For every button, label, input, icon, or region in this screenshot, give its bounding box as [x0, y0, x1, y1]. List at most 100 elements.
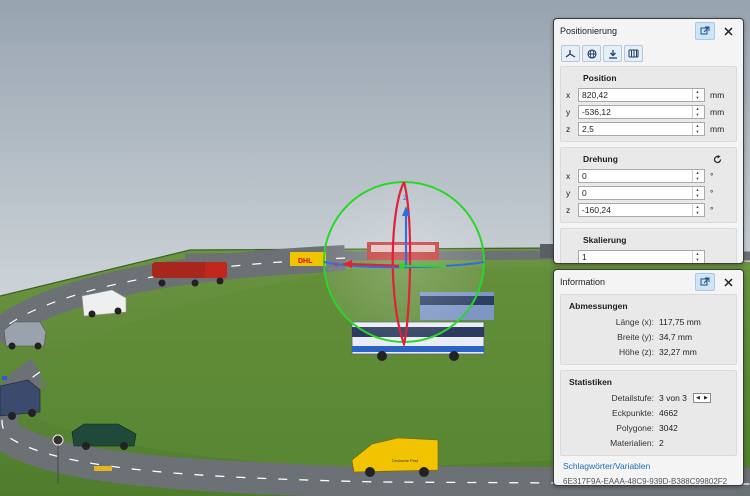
- position-y-input[interactable]: [579, 105, 692, 118]
- rotation-title: Drehung: [561, 151, 736, 167]
- position-z-label: z: [566, 123, 571, 134]
- scaling-down[interactable]: ▼: [693, 257, 702, 263]
- rotation-y-input[interactable]: [579, 186, 692, 199]
- grey-car[interactable]: [3, 321, 47, 350]
- gizmo-center[interactable]: [399, 263, 405, 269]
- globe-tool-button[interactable]: [582, 45, 601, 62]
- dimensions-section: Abmessungen Länge (x): 117,75 mm Breite …: [560, 294, 737, 365]
- statistics-title: Statistiken: [569, 377, 612, 387]
- detail-next-button[interactable]: ▶: [702, 394, 710, 402]
- axes-tool-button[interactable]: [561, 45, 580, 62]
- rotation-y-down[interactable]: ▼: [693, 193, 702, 199]
- detail-row: Detailstufe: 3 von 3 ◀ ▶: [561, 390, 736, 405]
- position-x-input[interactable]: [579, 88, 692, 101]
- position-z-input[interactable]: [579, 122, 692, 135]
- polygons-row: Polygone: 3042: [561, 420, 736, 435]
- detail-prev-button[interactable]: ◀: [694, 394, 702, 402]
- position-z-row: z ▲▼ mm: [561, 120, 736, 137]
- dhl-truck[interactable]: DHL: [290, 252, 326, 266]
- position-x-stepper[interactable]: ▲▼: [578, 87, 705, 102]
- gizmo-x-label: x: [334, 260, 338, 269]
- tags-variables-link[interactable]: Schlagwörter/Variablen: [554, 461, 743, 471]
- info-close-button[interactable]: [719, 274, 737, 290]
- height-value: 32,27 mm: [659, 346, 697, 357]
- scaling-stepper[interactable]: ▲▼: [578, 249, 705, 263]
- vertices-row: Eckpunkte: 4662: [561, 405, 736, 420]
- positioning-panel: Positionierung Position x ▲▼ mm: [553, 18, 744, 264]
- position-y-unit: mm: [710, 106, 725, 117]
- information-panel: Information Abmessungen Länge (x): 117,7…: [553, 269, 744, 486]
- materials-row: Materialien: 2: [561, 435, 736, 450]
- rotation-y-stepper[interactable]: ▲▼: [578, 185, 705, 200]
- post-van-label: Deutsche Post: [392, 458, 419, 463]
- positioning-toolbar: [554, 43, 743, 66]
- position-y-stepper[interactable]: ▲▼: [578, 104, 705, 119]
- position-y-down[interactable]: ▼: [693, 112, 702, 118]
- rotation-section: Drehung x ▲▼ ° y ▲▼ ° z ▲▼ °: [560, 147, 737, 223]
- polygons-value: 3042: [659, 422, 678, 433]
- rotation-z-stepper[interactable]: ▲▼: [578, 202, 705, 217]
- position-z-stepper[interactable]: ▲▼: [578, 121, 705, 136]
- transform-gizmo[interactable]: z x: [323, 181, 485, 348]
- undock-button[interactable]: [695, 22, 715, 40]
- open-external-icon: [700, 26, 710, 35]
- width-row: Breite (y): 34,7 mm: [561, 329, 736, 344]
- drop-to-floor-button[interactable]: [603, 45, 622, 62]
- rotation-y-row: y ▲▼ °: [561, 184, 736, 201]
- position-y-label: y: [566, 106, 571, 117]
- close-icon: [723, 26, 733, 36]
- scaling-section: Skalierung ▲▼: [560, 228, 737, 263]
- globe-icon: [586, 48, 597, 59]
- dhl-truck-label: DHL: [298, 258, 313, 265]
- rotation-z-unit: °: [710, 204, 714, 215]
- gizmo-z-label: z: [403, 193, 407, 202]
- rotation-x-input[interactable]: [579, 169, 692, 182]
- close-icon: [723, 277, 733, 287]
- rotation-x-down[interactable]: ▼: [693, 176, 702, 182]
- yellow-barrier: [94, 466, 112, 471]
- scaling-input[interactable]: [579, 250, 692, 263]
- position-section: Position x ▲▼ mm y ▲▼ mm z ▲▼ mm: [560, 66, 737, 142]
- reset-rotation-icon[interactable]: [713, 154, 722, 164]
- position-y-row: y ▲▼ mm: [561, 103, 736, 120]
- information-title: Information: [560, 277, 606, 287]
- rotation-y-label: y: [566, 187, 571, 198]
- vertices-label: Eckpunkte:: [611, 407, 654, 418]
- position-x-row: x ▲▼ mm: [561, 86, 736, 103]
- rotation-z-input[interactable]: [579, 203, 692, 216]
- axes-icon: [565, 49, 576, 58]
- position-x-unit: mm: [710, 89, 725, 100]
- position-z-unit: mm: [710, 123, 725, 134]
- information-header: Information: [554, 270, 743, 294]
- position-title: Position: [583, 73, 617, 83]
- width-value: 34,7 mm: [659, 331, 693, 342]
- rotation-x-unit: °: [710, 170, 714, 181]
- position-x-label: x: [566, 89, 571, 100]
- vertices-value: 4662: [659, 407, 678, 418]
- materials-value: 2: [659, 437, 664, 448]
- polygons-label: Polygone:: [616, 422, 654, 433]
- detail-value: 3 von 3: [659, 392, 687, 403]
- position-x-down[interactable]: ▼: [693, 95, 702, 101]
- info-undock-button[interactable]: [695, 273, 715, 291]
- drop-to-floor-icon: [608, 49, 617, 59]
- grid-tool-button[interactable]: [624, 45, 643, 62]
- length-row: Länge (x): 117,75 mm: [561, 314, 736, 329]
- rotation-y-unit: °: [710, 187, 714, 198]
- statistics-section: Statistiken Detailstufe: 3 von 3 ◀ ▶ Eck…: [560, 370, 737, 456]
- materials-label: Materialien:: [610, 437, 654, 448]
- position-z-down[interactable]: ▼: [693, 129, 702, 135]
- grid-icon: [628, 49, 639, 58]
- dimensions-title: Abmessungen: [569, 301, 628, 311]
- height-label: Höhe (z):: [619, 346, 654, 357]
- length-label: Länge (x):: [615, 316, 654, 327]
- rotation-z-label: z: [566, 204, 571, 215]
- detail-stepper[interactable]: ◀ ▶: [692, 392, 711, 403]
- close-button[interactable]: [719, 23, 737, 39]
- length-value: 117,75 mm: [659, 316, 701, 327]
- rotation-z-down[interactable]: ▼: [693, 210, 702, 216]
- rotation-x-stepper[interactable]: ▲▼: [578, 168, 705, 183]
- height-row: Höhe (z): 32,27 mm: [561, 344, 736, 359]
- rotation-x-row: x ▲▼ °: [561, 167, 736, 184]
- rotation-z-row: z ▲▼ °: [561, 201, 736, 218]
